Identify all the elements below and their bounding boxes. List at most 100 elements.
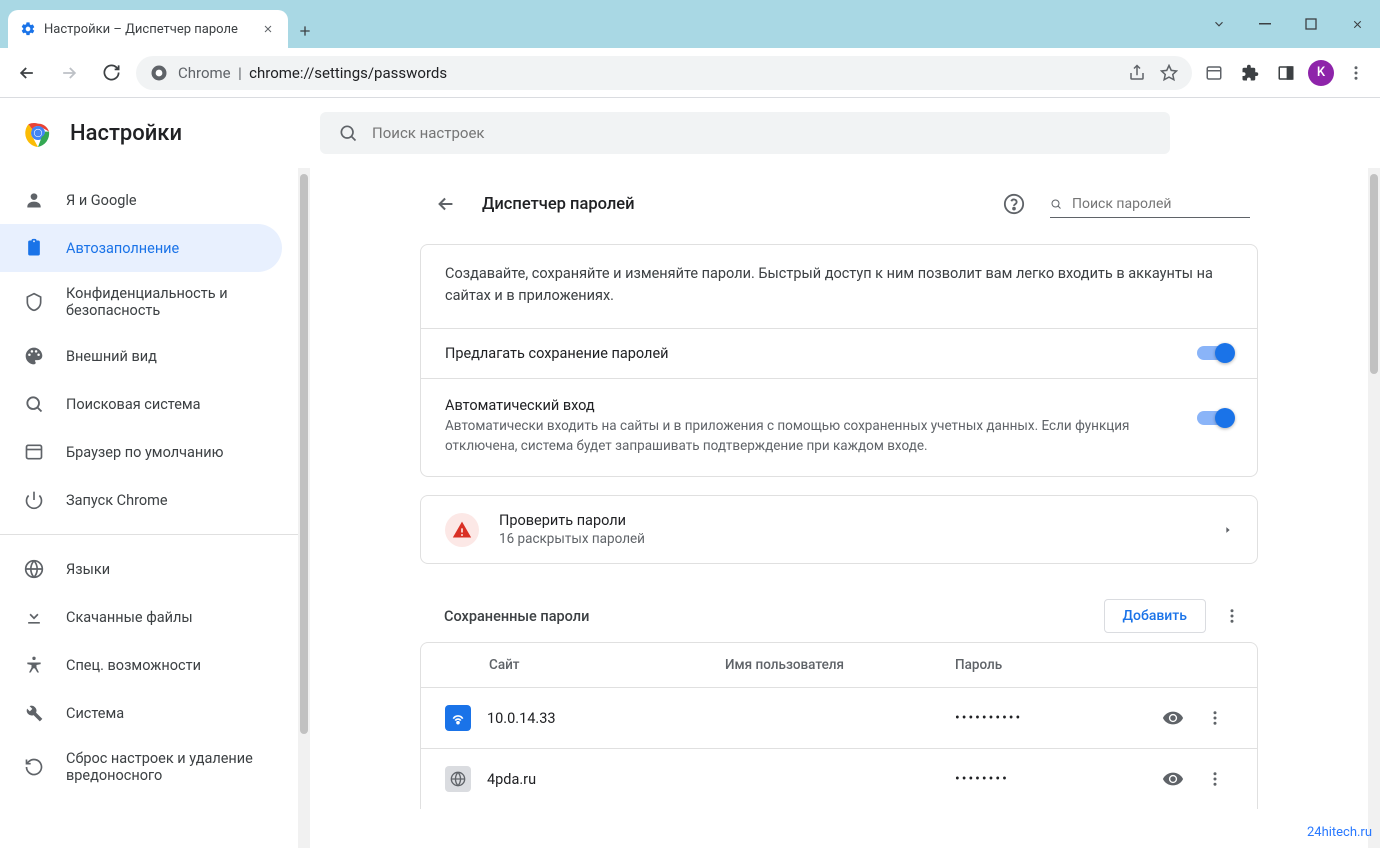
browser-tab[interactable]: Настройки – Диспетчер пароле xyxy=(8,10,288,48)
forward-button[interactable] xyxy=(52,56,86,90)
search-icon xyxy=(1050,195,1062,213)
sidebar: Я и Google Автозаполнение Конфиденциальн… xyxy=(0,168,298,848)
sidebar-divider xyxy=(0,534,298,535)
sidebar-item-you-google[interactable]: Я и Google xyxy=(0,176,282,224)
sidebar-item-label: Запуск Chrome xyxy=(66,492,168,509)
password-search[interactable] xyxy=(1050,191,1250,218)
section-back-button[interactable] xyxy=(428,186,464,222)
row-title: Автоматический вход xyxy=(445,397,1181,414)
table-header: Сайт Имя пользователя Пароль xyxy=(421,643,1257,687)
site-name: 10.0.14.33 xyxy=(487,710,556,727)
restore-icon xyxy=(24,757,44,777)
sidebar-item-downloads[interactable]: Скачанные файлы xyxy=(0,593,282,641)
main-content: Диспетчер паролей Создавайте, сохраняйте… xyxy=(298,168,1380,848)
download-icon xyxy=(24,607,44,627)
sidebar-item-label: Конфиденциальность и безопасность xyxy=(66,285,258,319)
password-search-input[interactable] xyxy=(1072,196,1250,212)
search-settings-input[interactable] xyxy=(372,124,1152,142)
globe-icon xyxy=(24,559,44,579)
auto-signin-toggle[interactable] xyxy=(1197,411,1233,425)
close-window-button[interactable] xyxy=(1334,0,1380,48)
passwords-table: Сайт Имя пользователя Пароль 10.0.14.33 … xyxy=(420,642,1258,809)
back-button[interactable] xyxy=(10,56,44,90)
pass-cell: •••••••••• xyxy=(955,710,1155,726)
main-scrollbar[interactable] xyxy=(1368,168,1380,848)
sidebar-item-accessibility[interactable]: Спец. возможности xyxy=(0,641,282,689)
table-row[interactable]: 10.0.14.33 •••••••••• xyxy=(421,687,1257,748)
maximize-button[interactable] xyxy=(1288,0,1334,48)
sidebar-item-appearance[interactable]: Внешний вид xyxy=(0,332,282,380)
side-panel-icon[interactable] xyxy=(1272,59,1300,87)
help-button[interactable] xyxy=(996,186,1032,222)
minimize-button[interactable] xyxy=(1242,0,1288,48)
reload-button[interactable] xyxy=(94,56,128,90)
share-icon[interactable] xyxy=(1128,64,1146,82)
browser-menu-icon[interactable] xyxy=(1342,59,1370,87)
offer-save-row: Предлагать сохранение паролей xyxy=(421,329,1257,378)
show-password-button[interactable] xyxy=(1155,761,1191,797)
gear-icon xyxy=(20,21,36,37)
search-settings[interactable] xyxy=(320,112,1170,154)
row-more-button[interactable] xyxy=(1197,761,1233,797)
power-icon xyxy=(24,490,44,510)
sidebar-item-label: Скачанные файлы xyxy=(66,609,193,626)
new-tab-button[interactable] xyxy=(288,14,322,48)
settings-header: Настройки xyxy=(0,98,1380,168)
accessibility-icon xyxy=(24,655,44,675)
shield-icon xyxy=(24,292,44,312)
row-title: Предлагать сохранение паролей xyxy=(445,345,1181,362)
sidebar-item-reset[interactable]: Сброс настроек и удаление вредоносного xyxy=(0,737,282,797)
bookmark-star-icon[interactable] xyxy=(1160,64,1178,82)
sidebar-item-label: Сброс настроек и удаление вредоносного xyxy=(66,750,258,784)
person-icon xyxy=(24,190,44,210)
pass-cell: •••••••• xyxy=(955,771,1155,787)
sidebar-item-privacy[interactable]: Конфиденциальность и безопасность xyxy=(0,272,282,332)
site-icon xyxy=(445,705,471,731)
sidebar-item-autofill[interactable]: Автозаполнение xyxy=(0,224,282,272)
address-bar[interactable]: Chrome | chrome://settings/passwords xyxy=(136,56,1192,90)
check-title: Проверить пароли xyxy=(499,512,1203,529)
sidebar-item-startup[interactable]: Запуск Chrome xyxy=(0,476,282,524)
chrome-logo-icon xyxy=(24,119,52,147)
window-titlebar: Настройки – Диспетчер пароле xyxy=(0,0,1380,48)
sidebar-item-label: Внешний вид xyxy=(66,348,157,365)
profile-avatar[interactable]: K xyxy=(1308,60,1334,86)
close-tab-icon[interactable] xyxy=(260,21,276,37)
more-options-button[interactable] xyxy=(1214,598,1250,634)
site-name: 4pda.ru xyxy=(487,771,536,788)
tab-title: Настройки – Диспетчер пароле xyxy=(44,22,252,37)
sidebar-item-label: Поисковая система xyxy=(66,396,201,413)
table-row[interactable]: 4pda.ru •••••••• xyxy=(421,748,1257,809)
col-user: Имя пользователя xyxy=(725,657,955,673)
chevron-right-icon xyxy=(1223,523,1233,537)
sidebar-item-search[interactable]: Поисковая система xyxy=(0,380,282,428)
sidebar-item-label: Автозаполнение xyxy=(66,240,179,257)
add-password-button[interactable]: Добавить xyxy=(1104,599,1206,633)
window-controls xyxy=(1196,0,1380,48)
sidebar-item-label: Языки xyxy=(66,561,110,578)
row-more-button[interactable] xyxy=(1197,700,1233,736)
sidebar-item-label: Я и Google xyxy=(66,192,137,209)
browser-toolbar: Chrome | chrome://settings/passwords K xyxy=(0,48,1380,98)
settings-card: Создавайте, сохраняйте и изменяйте парол… xyxy=(420,244,1258,477)
sidebar-item-languages[interactable]: Языки xyxy=(0,545,282,593)
show-password-button[interactable] xyxy=(1155,700,1191,736)
reading-list-icon[interactable] xyxy=(1200,59,1228,87)
site-icon xyxy=(445,766,471,792)
chrome-badge-icon xyxy=(150,64,168,82)
search-icon xyxy=(338,123,358,143)
extensions-icon[interactable] xyxy=(1236,59,1264,87)
search-icon xyxy=(24,394,44,414)
sidebar-item-label: Система xyxy=(66,705,124,722)
check-passwords-row[interactable]: Проверить пароли 16 раскрытых паролей xyxy=(421,496,1257,563)
wrench-icon xyxy=(24,703,44,723)
offer-save-toggle[interactable] xyxy=(1197,346,1233,360)
sidebar-item-system[interactable]: Система xyxy=(0,689,282,737)
chevron-down-icon[interactable] xyxy=(1196,0,1242,48)
section-header: Диспетчер паролей xyxy=(420,174,1258,244)
page-title: Настройки xyxy=(70,121,182,146)
col-pass: Пароль xyxy=(955,657,1233,673)
url-text: Chrome | chrome://settings/passwords xyxy=(178,64,447,82)
section-title: Диспетчер паролей xyxy=(482,195,978,214)
sidebar-item-default-browser[interactable]: Браузер по умолчанию xyxy=(0,428,282,476)
